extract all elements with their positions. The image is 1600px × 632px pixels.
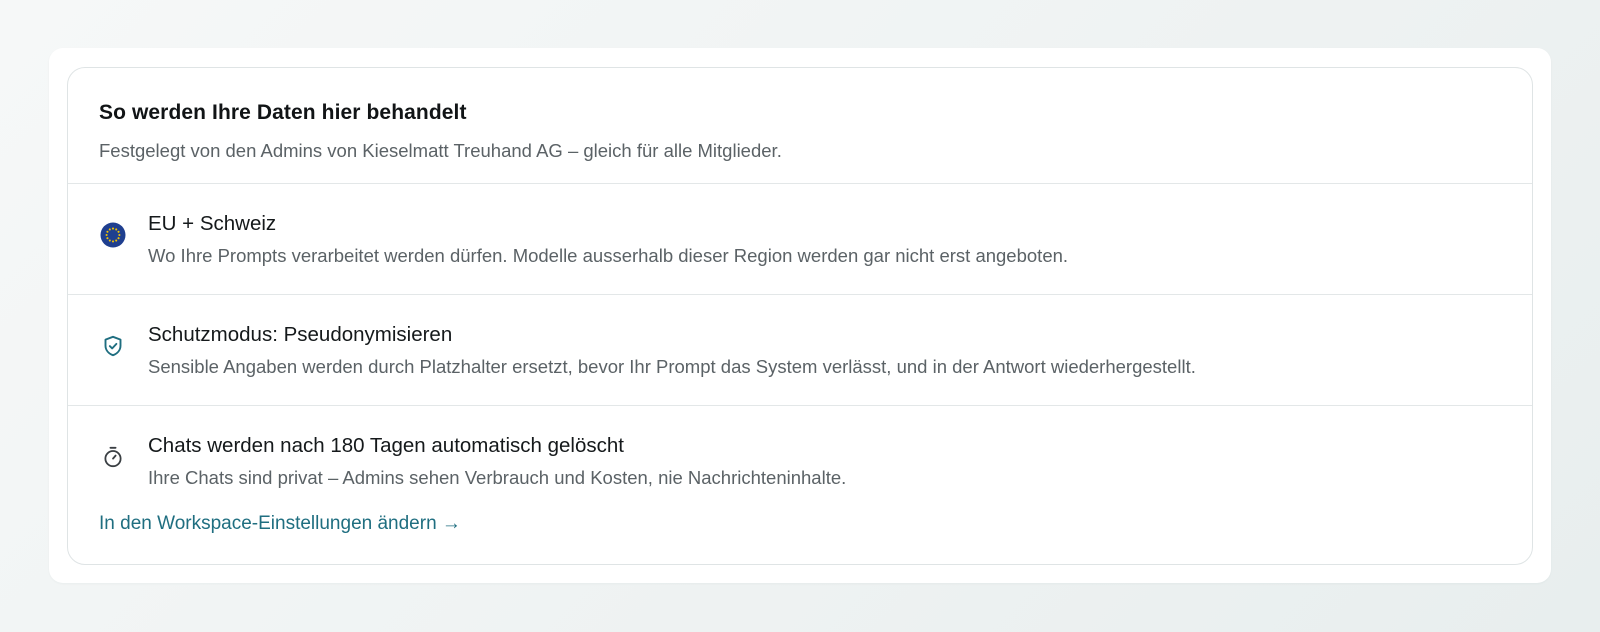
data-handling-panel: So werden Ihre Daten hier behandelt Fest… [67,67,1533,565]
protection-mode-description: Sensible Angaben werden durch Platzhalte… [148,356,1196,377]
eu-flag-icon [100,222,126,248]
panel-subtitle: Festgelegt von den Admins von Kieselmatt… [99,140,782,161]
region-description: Wo Ihre Prompts verarbeitet werden dürfe… [148,245,1069,266]
shield-check-icon [100,333,126,359]
policy-row-region: EU + Schweiz Wo Ihre Prompts verarbeitet… [68,184,1532,295]
policy-row-retention: Chats werden nach 180 Tagen automatisch … [68,406,1532,564]
region-title: EU + Schweiz [148,212,277,235]
retention-description: Ihre Chats sind privat – Admins sehen Ve… [148,467,847,488]
panel-title: So werden Ihre Daten hier behandelt [99,101,467,124]
workspace-settings-link[interactable]: In den Workspace-Einstellungen ändern → [99,513,461,535]
protection-mode-title: Schutzmodus: Pseudonymisieren [148,323,453,346]
policy-row-protection: Schutzmodus: Pseudonymisieren Sensible A… [68,295,1532,406]
stopwatch-icon [100,444,126,470]
retention-title: Chats werden nach 180 Tagen automatisch … [148,434,624,457]
panel-header: So werden Ihre Daten hier behandelt Fest… [68,68,1532,184]
